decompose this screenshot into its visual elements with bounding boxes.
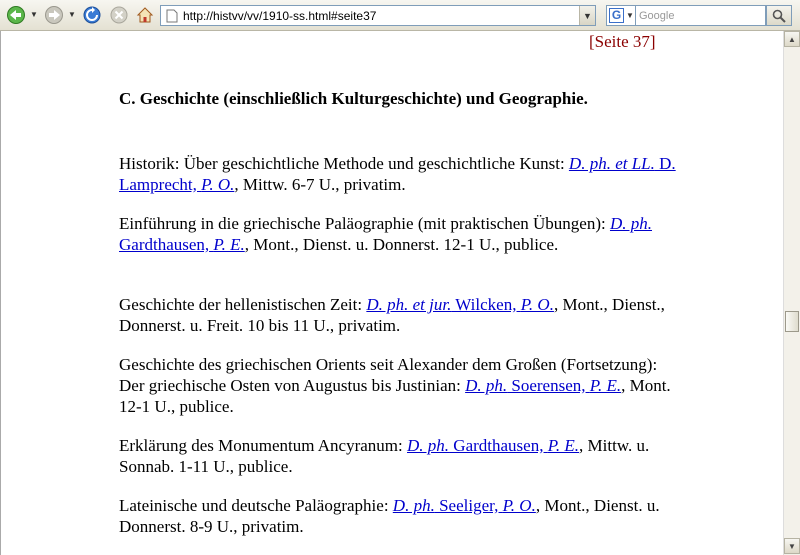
degree-label: D. ph. bbox=[392, 496, 435, 515]
scroll-down-button[interactable]: ▼ bbox=[784, 538, 800, 554]
search-icon bbox=[772, 9, 786, 23]
page-content: [Seite 37] C. Geschichte (einschließlich… bbox=[0, 31, 783, 555]
lecturer-name: Gardthausen, bbox=[119, 235, 214, 254]
back-history-dropdown[interactable]: ▼ bbox=[30, 10, 38, 19]
page-icon bbox=[166, 9, 178, 22]
reload-icon bbox=[83, 6, 101, 24]
stop-icon bbox=[110, 6, 128, 24]
degree-label: D. ph. bbox=[465, 376, 508, 395]
course-schedule: , Mont., Dienst. u. Donnerst. 12-1 U., p… bbox=[244, 235, 559, 254]
address-bar[interactable]: http://histvv/vv/1910-ss.html#seite37 ▼ bbox=[160, 5, 596, 26]
search-button[interactable] bbox=[766, 5, 792, 26]
lecturer-link[interactable]: D. ph. Seeliger, P. O. bbox=[393, 496, 536, 515]
course-title: Historik: Über geschichtliche Methode un… bbox=[119, 154, 569, 173]
search-placeholder: Google bbox=[639, 9, 675, 22]
google-icon: G bbox=[609, 8, 624, 23]
vertical-scrollbar[interactable]: ▲ ▼ bbox=[783, 31, 800, 555]
scroll-up-button[interactable]: ▲ bbox=[784, 31, 800, 47]
course-entry: Historik: Über geschichtliche Methode un… bbox=[119, 153, 679, 195]
browser-toolbar: ▼ ▼ http://histvv/vv/1910-ss.html#seite3… bbox=[0, 0, 800, 31]
rank-label: P. E. bbox=[589, 376, 622, 395]
reload-button[interactable] bbox=[81, 5, 103, 25]
back-button[interactable] bbox=[5, 5, 27, 25]
section-heading: C. Geschichte (einschließlich Kulturgesc… bbox=[119, 89, 588, 108]
home-icon bbox=[136, 7, 154, 23]
rank-label: P. E. bbox=[547, 436, 580, 455]
forward-button[interactable] bbox=[43, 5, 65, 25]
rank-label: P. O. bbox=[520, 295, 554, 314]
degree-label: D. ph. et jur. bbox=[366, 295, 452, 314]
stop-button[interactable] bbox=[108, 5, 130, 25]
forward-arrow-icon bbox=[45, 6, 63, 24]
lecturer-link[interactable]: D. ph. Soerensen, P. E. bbox=[465, 376, 621, 395]
scrollbar-thumb[interactable] bbox=[785, 311, 799, 332]
forward-history-dropdown[interactable]: ▼ bbox=[68, 10, 76, 19]
degree-label: D. ph. et LL. bbox=[568, 154, 655, 173]
search-input[interactable]: Google bbox=[636, 5, 766, 26]
url-text[interactable]: http://histvv/vv/1910-ss.html#seite37 bbox=[183, 9, 376, 23]
lecturer-name: Soerensen, bbox=[507, 376, 590, 395]
lecturer-name: Seeliger, bbox=[434, 496, 503, 515]
course-title: Lateinische und deutsche Paläographie: bbox=[119, 496, 393, 515]
course-entry: Einführung in die griechische Paläograph… bbox=[119, 213, 679, 255]
rank-label: P. O. bbox=[502, 496, 536, 515]
course-entry: Geschichte der hellenistischen Zeit: D. … bbox=[119, 294, 679, 336]
lecturer-name: Gardthausen, bbox=[449, 436, 548, 455]
page-number-label: [Seite 37] bbox=[589, 32, 656, 51]
lecturer-link[interactable]: D. ph. et jur. Wilcken, P. O. bbox=[366, 295, 554, 314]
chevron-down-icon: ▼ bbox=[626, 11, 634, 20]
lecturer-name: Wilcken, bbox=[451, 295, 521, 314]
degree-label: D. ph. bbox=[407, 436, 450, 455]
back-arrow-icon bbox=[7, 6, 25, 24]
course-title: Einführung in die griechische Paläograph… bbox=[119, 214, 610, 233]
course-entry: Lateinische und deutsche Paläographie: D… bbox=[119, 495, 679, 537]
search-engine-selector[interactable]: G ▼ bbox=[606, 5, 636, 26]
url-dropdown-button[interactable]: ▼ bbox=[579, 6, 595, 25]
course-entry: Erklärung des Monumentum Ancyranum: D. p… bbox=[119, 435, 679, 477]
home-button[interactable] bbox=[134, 5, 156, 25]
lecturer-link[interactable]: D. ph. Gardthausen, P. E. bbox=[407, 436, 579, 455]
degree-label: D. ph. bbox=[609, 214, 652, 233]
rank-label: P. O. bbox=[201, 175, 235, 194]
course-schedule: , Mittw. 6-7 U., privatim. bbox=[234, 175, 406, 194]
rank-label: P. E. bbox=[213, 235, 245, 254]
course-title: Geschichte der hellenistischen Zeit: bbox=[119, 295, 367, 314]
course-title: Erklärung des Monumentum Ancyranum: bbox=[119, 436, 408, 455]
course-entry: Geschichte des griechischen Orients seit… bbox=[119, 354, 679, 417]
